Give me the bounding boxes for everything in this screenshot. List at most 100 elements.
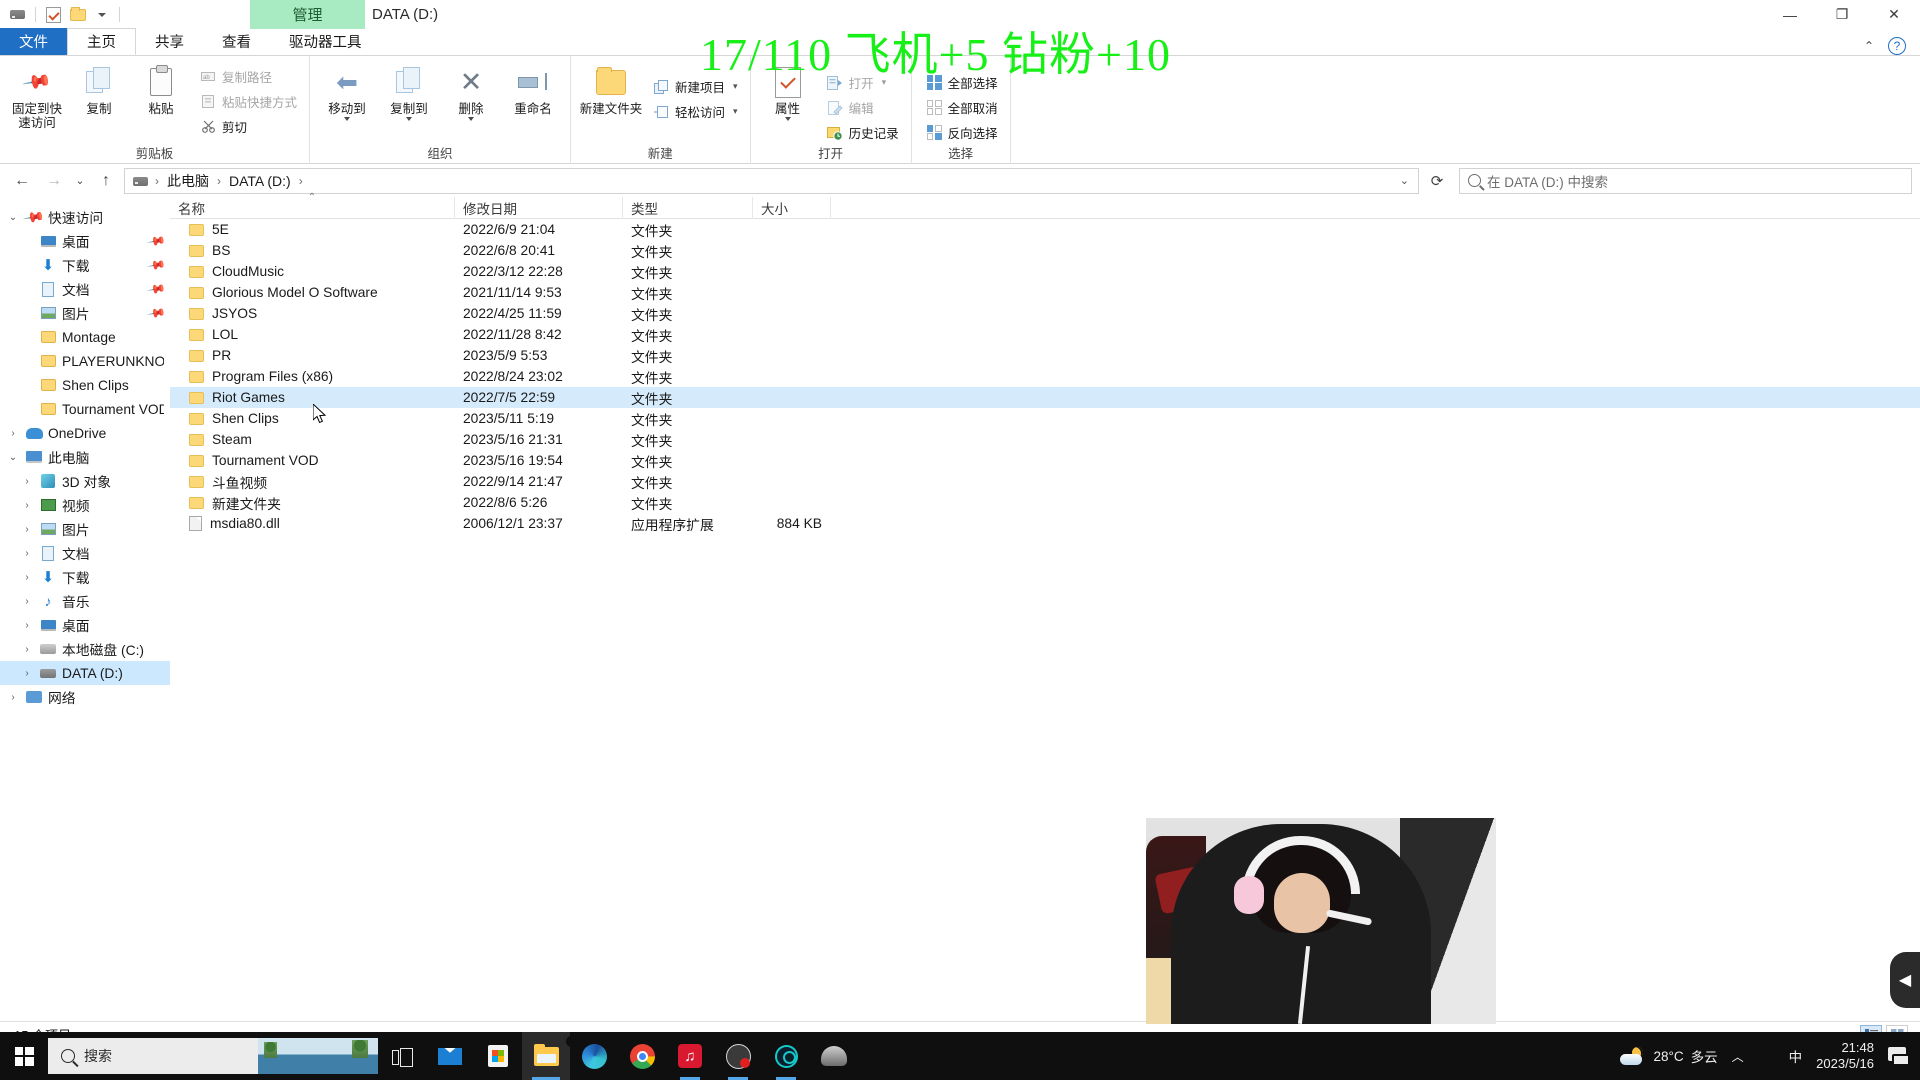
refresh-button[interactable]: ⟳ bbox=[1423, 168, 1451, 194]
chevron-right-icon[interactable]: › bbox=[20, 644, 34, 655]
chevron-down-icon[interactable] bbox=[468, 117, 475, 121]
paste-button[interactable]: 粘贴 bbox=[130, 61, 192, 119]
contextual-tab-management[interactable]: 管理 bbox=[250, 0, 365, 29]
side-panel-toggle[interactable]: ◀ bbox=[1890, 952, 1920, 1008]
chevron-down-icon[interactable] bbox=[784, 117, 791, 121]
chevron-right-icon[interactable]: › bbox=[20, 476, 34, 487]
chevron-down-icon[interactable] bbox=[344, 117, 351, 121]
taskbar-search-input[interactable]: 搜索 bbox=[48, 1038, 378, 1074]
table-row[interactable]: Glorious Model O Software 2021/11/14 9:53… bbox=[170, 282, 1920, 303]
chevron-right-icon[interactable]: › bbox=[6, 692, 20, 703]
mail-button[interactable] bbox=[426, 1032, 474, 1080]
nav-item-playerunknow[interactable]: PLAYERUNKNOW bbox=[0, 349, 170, 373]
paste-shortcut-button[interactable]: 粘贴快捷方式 bbox=[196, 90, 301, 113]
nav-item-网络[interactable]: › 网络 bbox=[0, 685, 170, 709]
column-header-date[interactable]: 修改日期 bbox=[455, 196, 623, 219]
nav-item-shen-clips[interactable]: Shen Clips bbox=[0, 373, 170, 397]
nav-item-下载[interactable]: › ⬇ 下载 bbox=[0, 565, 170, 589]
edit-button[interactable]: 编辑 bbox=[823, 96, 903, 119]
easy-access-button[interactable]: 轻松访问 ▾ bbox=[649, 100, 742, 123]
nav-item-tournament-vod[interactable]: Tournament VOD bbox=[0, 397, 170, 421]
minimize-button[interactable]: — bbox=[1764, 0, 1816, 29]
chevron-down-icon[interactable]: ⌄ bbox=[6, 212, 20, 223]
store-button[interactable] bbox=[474, 1032, 522, 1080]
table-row[interactable]: BS 2022/6/8 20:41 文件夹 bbox=[170, 240, 1920, 261]
nav-item-快速访问[interactable]: ⌄ 📌 快速访问 bbox=[0, 205, 170, 229]
nav-item-图片[interactable]: 图片 📌 bbox=[0, 301, 170, 325]
action-center-icon[interactable] bbox=[1888, 1046, 1910, 1066]
nav-item-视频[interactable]: › 视频 bbox=[0, 493, 170, 517]
breadcrumb-this-pc[interactable]: 此电脑 bbox=[162, 171, 214, 191]
chevron-down-icon[interactable] bbox=[406, 117, 413, 121]
nav-item-onedrive[interactable]: › OneDrive bbox=[0, 421, 170, 445]
file-explorer-button[interactable] bbox=[522, 1032, 570, 1080]
edge-button[interactable] bbox=[570, 1032, 618, 1080]
back-button[interactable]: ← bbox=[8, 167, 36, 195]
table-row[interactable]: PR 2023/5/9 5:53 文件夹 bbox=[170, 345, 1920, 366]
up-button[interactable]: ↑ bbox=[92, 167, 120, 195]
show-hidden-icons-button[interactable]: ︿ bbox=[1732, 1048, 1744, 1065]
nav-item-下载[interactable]: ⬇ 下载 📌 bbox=[0, 253, 170, 277]
copy-to-button[interactable]: 复制到 bbox=[378, 61, 440, 124]
clock[interactable]: 21:48 2023/5/16 bbox=[1816, 1040, 1874, 1072]
copy-path-button[interactable]: ab 复制路径 bbox=[196, 65, 301, 88]
chevron-right-icon[interactable]: › bbox=[20, 572, 34, 583]
tab-drive-tools[interactable]: 驱动器工具 bbox=[270, 28, 381, 55]
cut-button[interactable]: 剪切 bbox=[196, 115, 301, 138]
rename-button[interactable]: 重命名 bbox=[502, 61, 564, 119]
nav-item-桌面[interactable]: › 桌面 bbox=[0, 613, 170, 637]
table-row[interactable]: 斗鱼视频 2022/9/14 21:47 文件夹 bbox=[170, 471, 1920, 492]
tab-share[interactable]: 共享 bbox=[136, 28, 203, 55]
chevron-down-icon[interactable]: ▾ bbox=[733, 81, 738, 92]
new-item-button[interactable]: 新建项目 ▾ bbox=[649, 75, 742, 98]
table-row[interactable]: Steam 2023/5/16 21:31 文件夹 bbox=[170, 429, 1920, 450]
column-header-type[interactable]: 类型 bbox=[623, 196, 753, 219]
new-folder-icon[interactable] bbox=[68, 5, 87, 24]
table-row[interactable]: CloudMusic 2022/3/12 22:28 文件夹 bbox=[170, 261, 1920, 282]
table-row[interactable]: 新建文件夹 2022/8/6 5:26 文件夹 bbox=[170, 492, 1920, 513]
chevron-right-icon[interactable]: › bbox=[6, 428, 20, 439]
table-row[interactable]: LOL 2022/11/28 8:42 文件夹 bbox=[170, 324, 1920, 345]
task-view-button[interactable] bbox=[378, 1032, 426, 1080]
chevron-down-icon[interactable]: ▾ bbox=[733, 106, 738, 117]
nav-item-montage[interactable]: Montage bbox=[0, 325, 170, 349]
pin-icon[interactable]: 📌 bbox=[146, 279, 166, 299]
chevron-right-icon[interactable]: › bbox=[20, 524, 34, 535]
customize-caret-icon[interactable] bbox=[92, 5, 111, 24]
teal-app-button[interactable] bbox=[762, 1032, 810, 1080]
properties-button[interactable]: 属性 bbox=[757, 61, 819, 124]
forward-button[interactable]: → bbox=[40, 167, 68, 195]
select-all-button[interactable]: 全部选择 bbox=[922, 71, 1002, 94]
tab-view[interactable]: 查看 bbox=[203, 28, 270, 55]
history-button[interactable]: 历史记录 bbox=[823, 121, 903, 144]
pin-to-quick-access-button[interactable]: 📌 固定到快速访问 bbox=[6, 61, 68, 133]
recent-locations-button[interactable]: ⌄ bbox=[72, 167, 88, 195]
column-header-size[interactable]: 大小 bbox=[753, 196, 831, 219]
breadcrumb-data-d[interactable]: DATA (D:) bbox=[224, 173, 296, 189]
nav-item-桌面[interactable]: 桌面 📌 bbox=[0, 229, 170, 253]
table-row[interactable]: msdia80.dll 2006/12/1 23:37 应用程序扩展 884 KB bbox=[170, 513, 1920, 534]
copy-button[interactable]: 复制 bbox=[68, 61, 130, 119]
maximize-button[interactable]: ❐ bbox=[1816, 0, 1868, 29]
nav-item-3d-对象[interactable]: › 3D 对象 bbox=[0, 469, 170, 493]
collapse-ribbon-icon[interactable]: ⌃ bbox=[1864, 39, 1874, 53]
chevron-right-icon[interactable]: › bbox=[20, 668, 34, 679]
table-row[interactable]: Riot Games 2022/7/5 22:59 文件夹 bbox=[170, 387, 1920, 408]
move-to-button[interactable]: ⬅ 移动到 bbox=[316, 61, 378, 124]
table-row[interactable]: 5E 2022/6/9 21:04 文件夹 bbox=[170, 219, 1920, 240]
nav-item-音乐[interactable]: › ♪ 音乐 bbox=[0, 589, 170, 613]
nav-item-data-(d:)[interactable]: › DATA (D:) bbox=[0, 661, 170, 685]
chevron-down-icon[interactable]: ▾ bbox=[882, 77, 887, 88]
chevron-right-icon[interactable]: › bbox=[20, 596, 34, 607]
nav-item-此电脑[interactable]: ⌄ 此电脑 bbox=[0, 445, 170, 469]
netease-music-button[interactable]: ♫ bbox=[666, 1032, 714, 1080]
breadcrumb-separator[interactable]: › bbox=[296, 174, 306, 188]
pin-icon[interactable]: 📌 bbox=[146, 231, 166, 251]
nav-item-图片[interactable]: › 图片 bbox=[0, 517, 170, 541]
delete-button[interactable]: ✕ 删除 bbox=[440, 61, 502, 124]
pin-icon[interactable]: 📌 bbox=[146, 255, 166, 275]
pubg-button[interactable] bbox=[810, 1032, 858, 1080]
new-folder-button[interactable]: 新建文件夹 bbox=[577, 61, 645, 119]
address-dropdown-icon[interactable]: ⌄ bbox=[1400, 174, 1414, 187]
tab-home[interactable]: 主页 bbox=[67, 28, 136, 55]
